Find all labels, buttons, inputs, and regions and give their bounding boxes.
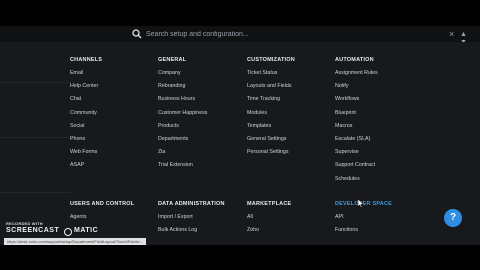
- menu-item-functions[interactable]: Functions: [335, 227, 392, 240]
- menu-item-import-export[interactable]: Import / Export: [158, 214, 225, 227]
- menu-item-notify[interactable]: Notify: [335, 83, 378, 96]
- section-title: CUSTOMIZATION: [247, 57, 295, 63]
- menu-item-support-contract[interactable]: Support Contract: [335, 162, 378, 175]
- menu-item-zia[interactable]: Zia: [158, 149, 207, 162]
- chevron-up-icon[interactable]: ▲: [460, 31, 467, 38]
- section-general: GENERAL Company Rebranding Business Hour…: [158, 57, 207, 176]
- menu-item-rebranding[interactable]: Rebranding: [158, 83, 207, 96]
- menu-item-phone[interactable]: Phone: [70, 136, 102, 149]
- menu-item-products[interactable]: Products: [158, 123, 207, 136]
- section-marketplace: MARKETPLACE All Zoho: [247, 201, 291, 240]
- menu-item-macros[interactable]: Macros: [335, 123, 378, 136]
- help-button[interactable]: ?: [444, 209, 462, 227]
- menu-item-schedules[interactable]: Schedules: [335, 176, 378, 189]
- menu-item-help-center[interactable]: Help Center: [70, 83, 102, 96]
- section-title: CHANNELS: [70, 57, 103, 63]
- section-title: AUTOMATION: [335, 57, 374, 63]
- menu-item-asap[interactable]: ASAP: [70, 162, 102, 175]
- menu-item-templates[interactable]: Templates: [247, 123, 295, 136]
- menu-item-supervise[interactable]: Supervise: [335, 149, 378, 162]
- menu-item-customer-happiness[interactable]: Customer Happiness: [158, 110, 207, 123]
- menu-item-modules[interactable]: Modules: [247, 110, 295, 123]
- section-title: USERS AND CONTROL: [70, 201, 135, 207]
- menu-item-escalate-sla[interactable]: Escalate (SLA): [335, 136, 378, 149]
- menu-item-web-forms[interactable]: Web Forms: [70, 149, 102, 162]
- watermark-recorded-label: RECORDED WITH: [6, 221, 43, 226]
- menu-item-company[interactable]: Company: [158, 70, 207, 83]
- record-icon: [64, 228, 72, 236]
- section-title: GENERAL: [158, 57, 187, 63]
- top-bar: [0, 0, 480, 26]
- menu-item-community[interactable]: Community: [70, 110, 102, 123]
- menu-item-personal-settings[interactable]: Personal Settings: [247, 149, 295, 162]
- menu-item-zoho[interactable]: Zoho: [247, 227, 291, 240]
- close-icon[interactable]: ×: [449, 28, 454, 40]
- section-channels: CHANNELS Email Help Center Chat Communit…: [70, 57, 102, 176]
- menu-item-departments[interactable]: Departments: [158, 136, 207, 149]
- section-title: MARKETPLACE: [247, 201, 292, 207]
- setup-search-bar: ×: [0, 26, 480, 42]
- menu-item-blueprint[interactable]: Blueprint: [335, 110, 378, 123]
- menu-item-general-settings[interactable]: General Settings: [247, 136, 295, 149]
- menu-item-assignment-rules[interactable]: Assignment Rules: [335, 70, 378, 83]
- search-icon: [132, 29, 142, 39]
- menu-item-social[interactable]: Social: [70, 123, 102, 136]
- search-input[interactable]: [146, 27, 426, 41]
- menu-item-api[interactable]: API: [335, 214, 392, 227]
- watermark-brand: SCREENCAST: [6, 227, 60, 234]
- mouse-cursor-icon: [358, 199, 364, 208]
- bottom-bar: [0, 245, 480, 270]
- menu-item-chat[interactable]: Chat: [70, 96, 102, 109]
- menu-item-bulk-actions-log[interactable]: Bulk Actions Log: [158, 227, 225, 240]
- menu-item-trial-extension[interactable]: Trial Extension: [158, 162, 207, 175]
- section-customization: CUSTOMIZATION Ticket Status Layouts and …: [247, 57, 295, 162]
- menu-item-time-tracking[interactable]: Time Tracking: [247, 96, 295, 109]
- menu-item-all[interactable]: All: [247, 214, 291, 227]
- menu-item-email[interactable]: Email: [70, 70, 102, 83]
- section-data-administration: DATA ADMINISTRATION Import / Export Bulk…: [158, 201, 225, 240]
- menu-item-layouts-and-fields[interactable]: Layouts and Fields: [247, 83, 295, 96]
- section-title: DATA ADMINISTRATION: [158, 201, 225, 207]
- menu-item-workflows[interactable]: Workflows: [335, 96, 378, 109]
- menu-item-business-hours[interactable]: Business Hours: [158, 96, 207, 109]
- watermark-brand-suffix: MATIC: [74, 227, 99, 234]
- status-bar-url: https://desk.zoho.com/support/setup/Depa…: [4, 238, 146, 245]
- menu-item-ticket-status[interactable]: Ticket Status: [247, 70, 295, 83]
- section-automation: AUTOMATION Assignment Rules Notify Workf…: [335, 57, 378, 189]
